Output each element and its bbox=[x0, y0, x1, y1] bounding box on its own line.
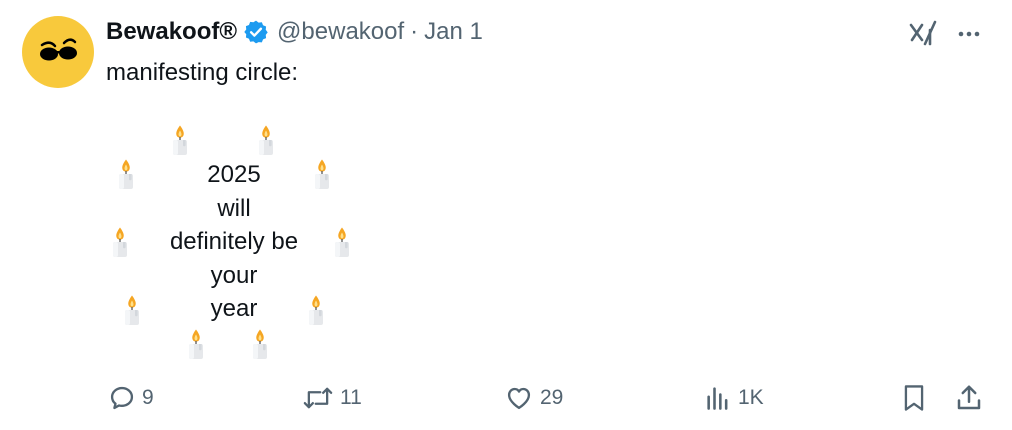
tweet-date[interactable]: Jan 1 bbox=[424, 18, 483, 46]
reply-icon bbox=[110, 386, 134, 410]
like-count: 29 bbox=[540, 386, 564, 409]
tweet-header: Bewakoof® @bewakoof · Jan 1 bbox=[106, 14, 483, 50]
heart-icon bbox=[507, 387, 531, 410]
views-button[interactable]: 1K bbox=[704, 376, 764, 420]
candle-icon bbox=[121, 294, 143, 326]
avatar[interactable] bbox=[22, 16, 94, 88]
candle-icon bbox=[331, 226, 353, 258]
more-options-icon[interactable] bbox=[954, 22, 984, 46]
like-button[interactable]: 29 bbox=[504, 376, 563, 420]
header-separator: · bbox=[410, 18, 419, 45]
share-icon bbox=[957, 385, 981, 410]
candle-icon bbox=[255, 124, 277, 156]
candle-icon bbox=[169, 124, 191, 156]
reply-count: 9 bbox=[142, 386, 154, 409]
view-count: 1K bbox=[738, 386, 764, 409]
manifesting-circle: 2025 will definitely be your year bbox=[106, 118, 366, 368]
bookmark-button[interactable] bbox=[900, 376, 928, 420]
circle-line: your bbox=[210, 261, 258, 289]
grok-icon[interactable] bbox=[906, 18, 940, 50]
sunglasses-face-logo bbox=[40, 38, 77, 61]
bookmark-icon bbox=[904, 385, 924, 411]
tweet-actions: 9 11 29 1K bbox=[0, 376, 1012, 420]
candle-icon bbox=[305, 294, 327, 326]
author-name[interactable]: Bewakoof® bbox=[106, 18, 237, 46]
circle-line: will bbox=[217, 194, 251, 222]
tweet-text: manifesting circle: bbox=[106, 59, 299, 86]
candle-icon bbox=[115, 158, 137, 190]
verified-badge-icon[interactable] bbox=[243, 19, 269, 45]
author-handle[interactable]: @bewakoof bbox=[277, 18, 404, 46]
share-button[interactable] bbox=[954, 376, 984, 420]
repost-icon bbox=[303, 387, 333, 409]
candle-icon bbox=[109, 226, 131, 258]
candle-icon bbox=[185, 328, 207, 360]
views-chart-icon bbox=[707, 387, 728, 410]
circle-line: definitely be bbox=[169, 228, 299, 255]
repost-button[interactable]: 11 bbox=[302, 376, 362, 420]
repost-count: 11 bbox=[340, 386, 362, 409]
candle-icon bbox=[249, 328, 271, 360]
candle-icon bbox=[311, 158, 333, 190]
reply-button[interactable]: 9 bbox=[108, 376, 154, 420]
